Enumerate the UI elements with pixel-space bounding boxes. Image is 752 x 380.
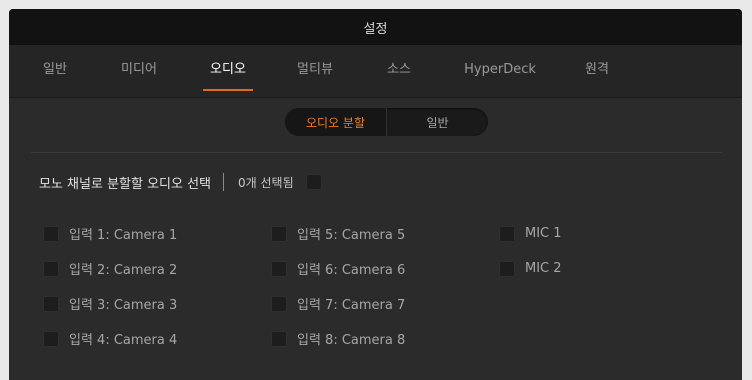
settings-tab-bar: 일반 미디어 오디오 멀티뷰 소스 HyperDeck 원격 bbox=[9, 45, 742, 98]
segment-audio-split[interactable]: 오디오 분할 bbox=[285, 108, 387, 136]
list-item: MIC 2 bbox=[499, 251, 562, 286]
input-5-label: 입력 5: Camera 5 bbox=[297, 228, 406, 243]
input-column-3: MIC 1 MIC 2 bbox=[499, 216, 562, 286]
input-1-checkbox[interactable] bbox=[43, 225, 59, 242]
mic-1-checkbox[interactable] bbox=[499, 225, 515, 242]
list-item: 입력 6: Camera 6 bbox=[271, 251, 405, 286]
input-5-checkbox[interactable] bbox=[271, 225, 287, 242]
list-item: MIC 1 bbox=[499, 216, 562, 251]
input-7-checkbox[interactable] bbox=[271, 295, 287, 312]
window-title: 설정 bbox=[363, 21, 388, 37]
mono-split-label: 모노 채널로 분할할 오디오 선택 bbox=[39, 176, 212, 192]
input-4-checkbox[interactable] bbox=[43, 330, 59, 347]
header-separator bbox=[223, 173, 225, 191]
audio-mode-segmented-control: 오디오 분할 일반 bbox=[285, 108, 488, 136]
input-8-checkbox[interactable] bbox=[271, 330, 287, 347]
input-column-1: 입력 1: Camera 1 입력 2: Camera 2 입력 3: Came… bbox=[43, 216, 177, 356]
mic-1-label: MIC 1 bbox=[525, 226, 562, 241]
list-item: 입력 2: Camera 2 bbox=[43, 251, 177, 286]
tab-general[interactable]: 일반 bbox=[43, 45, 67, 97]
list-item: 입력 4: Camera 4 bbox=[43, 321, 177, 356]
input-column-2: 입력 5: Camera 5 입력 6: Camera 6 입력 7: Came… bbox=[271, 216, 405, 356]
segment-general[interactable]: 일반 bbox=[387, 108, 488, 136]
tab-multiview[interactable]: 멀티뷰 bbox=[297, 45, 333, 97]
input-8-label: 입력 8: Camera 8 bbox=[297, 333, 406, 348]
input-4-label: 입력 4: Camera 4 bbox=[69, 333, 178, 348]
tab-remote[interactable]: 원격 bbox=[585, 45, 609, 97]
tab-source[interactable]: 소스 bbox=[387, 45, 411, 97]
list-item: 입력 1: Camera 1 bbox=[43, 216, 177, 251]
list-item: 입력 7: Camera 7 bbox=[271, 286, 405, 321]
input-6-label: 입력 6: Camera 6 bbox=[297, 263, 406, 278]
list-item: 입력 3: Camera 3 bbox=[43, 286, 177, 321]
input-6-checkbox[interactable] bbox=[271, 260, 287, 277]
input-7-label: 입력 7: Camera 7 bbox=[297, 298, 406, 313]
input-3-label: 입력 3: Camera 3 bbox=[69, 298, 178, 313]
input-2-checkbox[interactable] bbox=[43, 260, 59, 277]
list-item: 입력 5: Camera 5 bbox=[271, 216, 405, 251]
input-2-label: 입력 2: Camera 2 bbox=[69, 263, 178, 278]
input-3-checkbox[interactable] bbox=[43, 295, 59, 312]
input-1-label: 입력 1: Camera 1 bbox=[69, 228, 178, 243]
mono-split-header: 모노 채널로 분할할 오디오 선택 0개 선택됨 bbox=[39, 171, 322, 193]
settings-window: 설정 일반 미디어 오디오 멀티뷰 소스 HyperDeck 원격 오디오 분할… bbox=[9, 9, 742, 380]
list-item: 입력 8: Camera 8 bbox=[271, 321, 405, 356]
mic-2-label: MIC 2 bbox=[525, 261, 562, 276]
window-title-bar: 설정 bbox=[9, 9, 742, 45]
mic-2-checkbox[interactable] bbox=[499, 260, 515, 277]
tab-media[interactable]: 미디어 bbox=[121, 45, 157, 97]
section-divider bbox=[31, 152, 722, 153]
select-all-checkbox[interactable] bbox=[305, 174, 322, 190]
tab-hyperdeck[interactable]: HyperDeck bbox=[464, 45, 536, 97]
selected-count: 0개 선택됨 bbox=[238, 175, 294, 190]
tab-audio[interactable]: 오디오 bbox=[210, 45, 246, 97]
